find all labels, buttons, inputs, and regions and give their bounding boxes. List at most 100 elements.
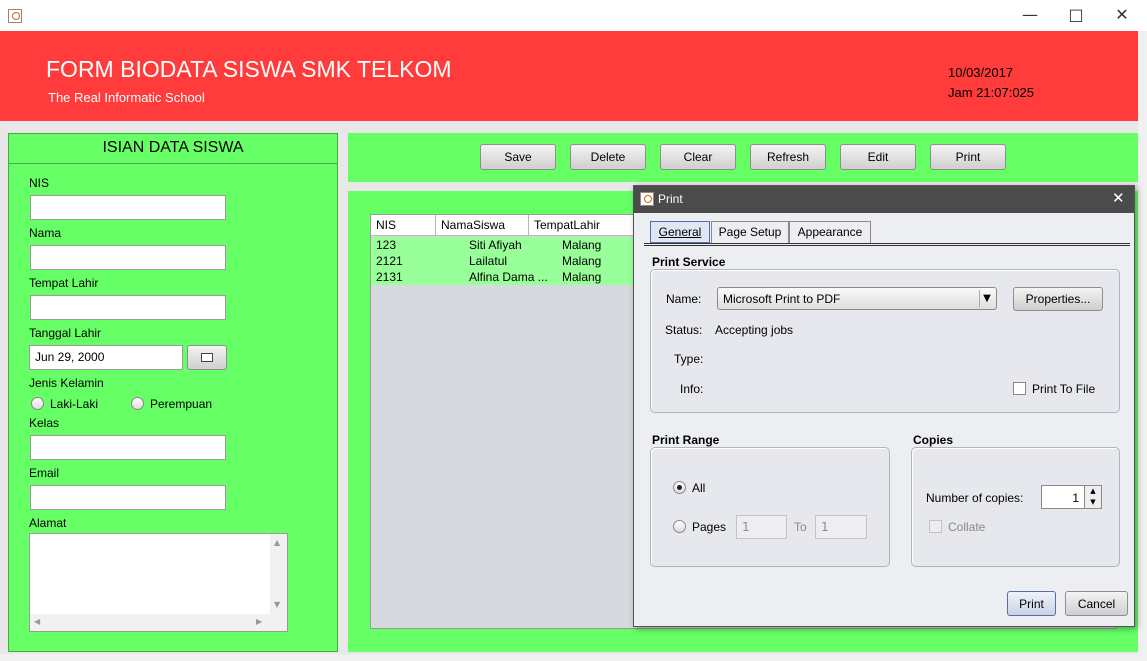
- print-range-title: Print Range: [652, 433, 720, 447]
- scroll-right-icon[interactable]: ▶: [256, 617, 262, 626]
- table-row[interactable]: 2121 Lailatul Malang: [371, 253, 637, 269]
- delete-button[interactable]: Delete: [570, 144, 646, 170]
- calendar-icon: [201, 353, 213, 362]
- cell-nis: 123: [376, 238, 397, 252]
- table-row[interactable]: 123 Siti Afiyah Malang: [371, 237, 637, 253]
- window-border-right: [1138, 31, 1147, 661]
- scroll-up-icon[interactable]: ▲: [274, 538, 280, 547]
- range-pages-radio[interactable]: [673, 520, 686, 533]
- minimize-icon[interactable]: —: [1015, 5, 1045, 25]
- pages-to-input[interactable]: 1: [815, 515, 867, 539]
- alamat-textarea[interactable]: ▲ ▼ ◀ ▶: [29, 533, 288, 632]
- cell-namasiswa: Alfina Dama ...: [469, 270, 548, 284]
- scroll-left-icon[interactable]: ◀: [34, 617, 40, 626]
- radio-laki-laki-label: Laki-Laki: [50, 397, 99, 411]
- dialog-print-button[interactable]: Print: [1007, 591, 1056, 616]
- chevron-down-icon[interactable]: ▼: [979, 290, 994, 307]
- maximize-icon[interactable]: □: [1061, 5, 1091, 25]
- print-button[interactable]: Print: [930, 144, 1006, 170]
- radio-perempuan-label: Perempuan: [150, 397, 213, 411]
- cell-namasiswa: Siti Afiyah: [469, 238, 522, 252]
- horizontal-scrollbar[interactable]: ◀ ▶: [30, 614, 287, 631]
- header-date: 10/03/2017: [948, 65, 1014, 80]
- window-titlebar: — □ ✕: [0, 0, 1147, 32]
- dialog-cancel-button[interactable]: Cancel: [1065, 591, 1128, 616]
- dialog-titlebar: Print ✕: [634, 186, 1134, 213]
- copies-value: 1: [1072, 491, 1079, 505]
- radio-perempuan[interactable]: [131, 397, 144, 410]
- type-label: Type:: [674, 352, 704, 366]
- tab-general-label: General: [658, 225, 702, 239]
- save-button[interactable]: Save: [480, 144, 556, 170]
- cell-tempatlahir: Malang: [562, 270, 602, 284]
- radio-laki-laki[interactable]: [31, 397, 44, 410]
- tab-page-setup[interactable]: Page Setup: [711, 221, 789, 243]
- form-heading: ISIAN DATA SISWA: [9, 134, 337, 164]
- tanggal-lahir-label: Tanggal Lahir: [29, 326, 102, 340]
- nama-label: Nama: [29, 226, 62, 240]
- vertical-scrollbar[interactable]: ▲ ▼: [270, 534, 287, 614]
- kelas-input[interactable]: [30, 435, 226, 460]
- spinner-down-icon[interactable]: ▼: [1084, 497, 1101, 508]
- column-header-tempatlahir[interactable]: TempatLahir: [529, 215, 637, 236]
- dialog-close-icon[interactable]: ✕: [1112, 189, 1125, 207]
- pages-from-input[interactable]: 1: [736, 515, 787, 539]
- column-header-nis[interactable]: NIS: [371, 215, 436, 236]
- dialog-title: Print: [658, 192, 683, 206]
- cell-tempatlahir: Malang: [562, 254, 602, 268]
- close-icon[interactable]: ✕: [1107, 5, 1137, 25]
- scroll-down-icon[interactable]: ▼: [274, 600, 280, 609]
- refresh-button[interactable]: Refresh: [750, 144, 826, 170]
- alamat-label: Alamat: [29, 516, 67, 530]
- pages-to-label: To: [794, 520, 807, 534]
- nis-label: NIS: [29, 176, 50, 190]
- tanggal-lahir-input[interactable]: Jun 29, 2000: [29, 345, 183, 370]
- print-to-file-checkbox[interactable]: [1013, 382, 1026, 395]
- tempat-lahir-label: Tempat Lahir: [29, 276, 99, 290]
- java-app-icon: [640, 192, 654, 206]
- printer-select-value: Microsoft Print to PDF: [723, 292, 841, 306]
- collate-checkbox[interactable]: [929, 520, 942, 533]
- info-label: Info:: [680, 382, 704, 396]
- table-row[interactable]: 2131 Alfina Dama ... Malang: [371, 269, 637, 285]
- cell-nis: 2131: [376, 270, 403, 284]
- print-range-group: [650, 447, 890, 567]
- app-header: FORM BIODATA SISWA SMK TELKOM The Real I…: [0, 31, 1138, 121]
- date-picker-button[interactable]: [187, 345, 227, 370]
- range-all-label: All: [692, 481, 706, 495]
- copies-label: Number of copies:: [926, 491, 1024, 505]
- clear-button[interactable]: Clear: [660, 144, 736, 170]
- printer-select[interactable]: Microsoft Print to PDF ▼: [717, 287, 997, 310]
- tempat-lahir-input[interactable]: [30, 295, 226, 320]
- status-label: Status:: [665, 323, 703, 337]
- print-dialog: Print ✕ General Page Setup Appearance Pr…: [633, 185, 1135, 627]
- tab-appearance[interactable]: Appearance: [789, 221, 871, 243]
- printer-name-label: Name:: [666, 292, 702, 306]
- range-all-radio[interactable]: [673, 481, 686, 494]
- range-pages-label: Pages: [692, 520, 727, 534]
- button-toolbar: Save Delete Clear Refresh Edit Print: [348, 133, 1138, 182]
- form-panel: ISIAN DATA SISWA NIS Nama Tempat Lahir T…: [8, 133, 338, 652]
- collate-label: Collate: [948, 520, 986, 534]
- kelas-label: Kelas: [29, 416, 60, 430]
- app-title: FORM BIODATA SISWA SMK TELKOM: [46, 56, 452, 82]
- copies-spinner[interactable]: 1 ▲ ▼: [1041, 485, 1102, 509]
- jenis-kelamin-label: Jenis Kelamin: [29, 376, 104, 390]
- email-label: Email: [29, 466, 60, 480]
- tab-general[interactable]: General: [650, 221, 710, 243]
- tab-divider: [644, 243, 1130, 246]
- edit-button[interactable]: Edit: [840, 144, 916, 170]
- nis-input[interactable]: [30, 195, 226, 220]
- status-value: Accepting jobs: [715, 323, 794, 337]
- properties-button[interactable]: Properties...: [1013, 287, 1103, 311]
- cell-namasiswa: Lailatul: [469, 254, 508, 268]
- cell-nis: 2121: [376, 254, 403, 268]
- email-input[interactable]: [30, 485, 226, 510]
- copies-title: Copies: [913, 433, 954, 447]
- cell-tempatlahir: Malang: [562, 238, 602, 252]
- column-header-namasiswa[interactable]: NamaSiswa: [436, 215, 529, 236]
- nama-input[interactable]: [30, 245, 226, 270]
- java-app-icon: [8, 9, 22, 23]
- window-border-bottom: [0, 654, 1147, 661]
- print-service-title: Print Service: [652, 255, 726, 269]
